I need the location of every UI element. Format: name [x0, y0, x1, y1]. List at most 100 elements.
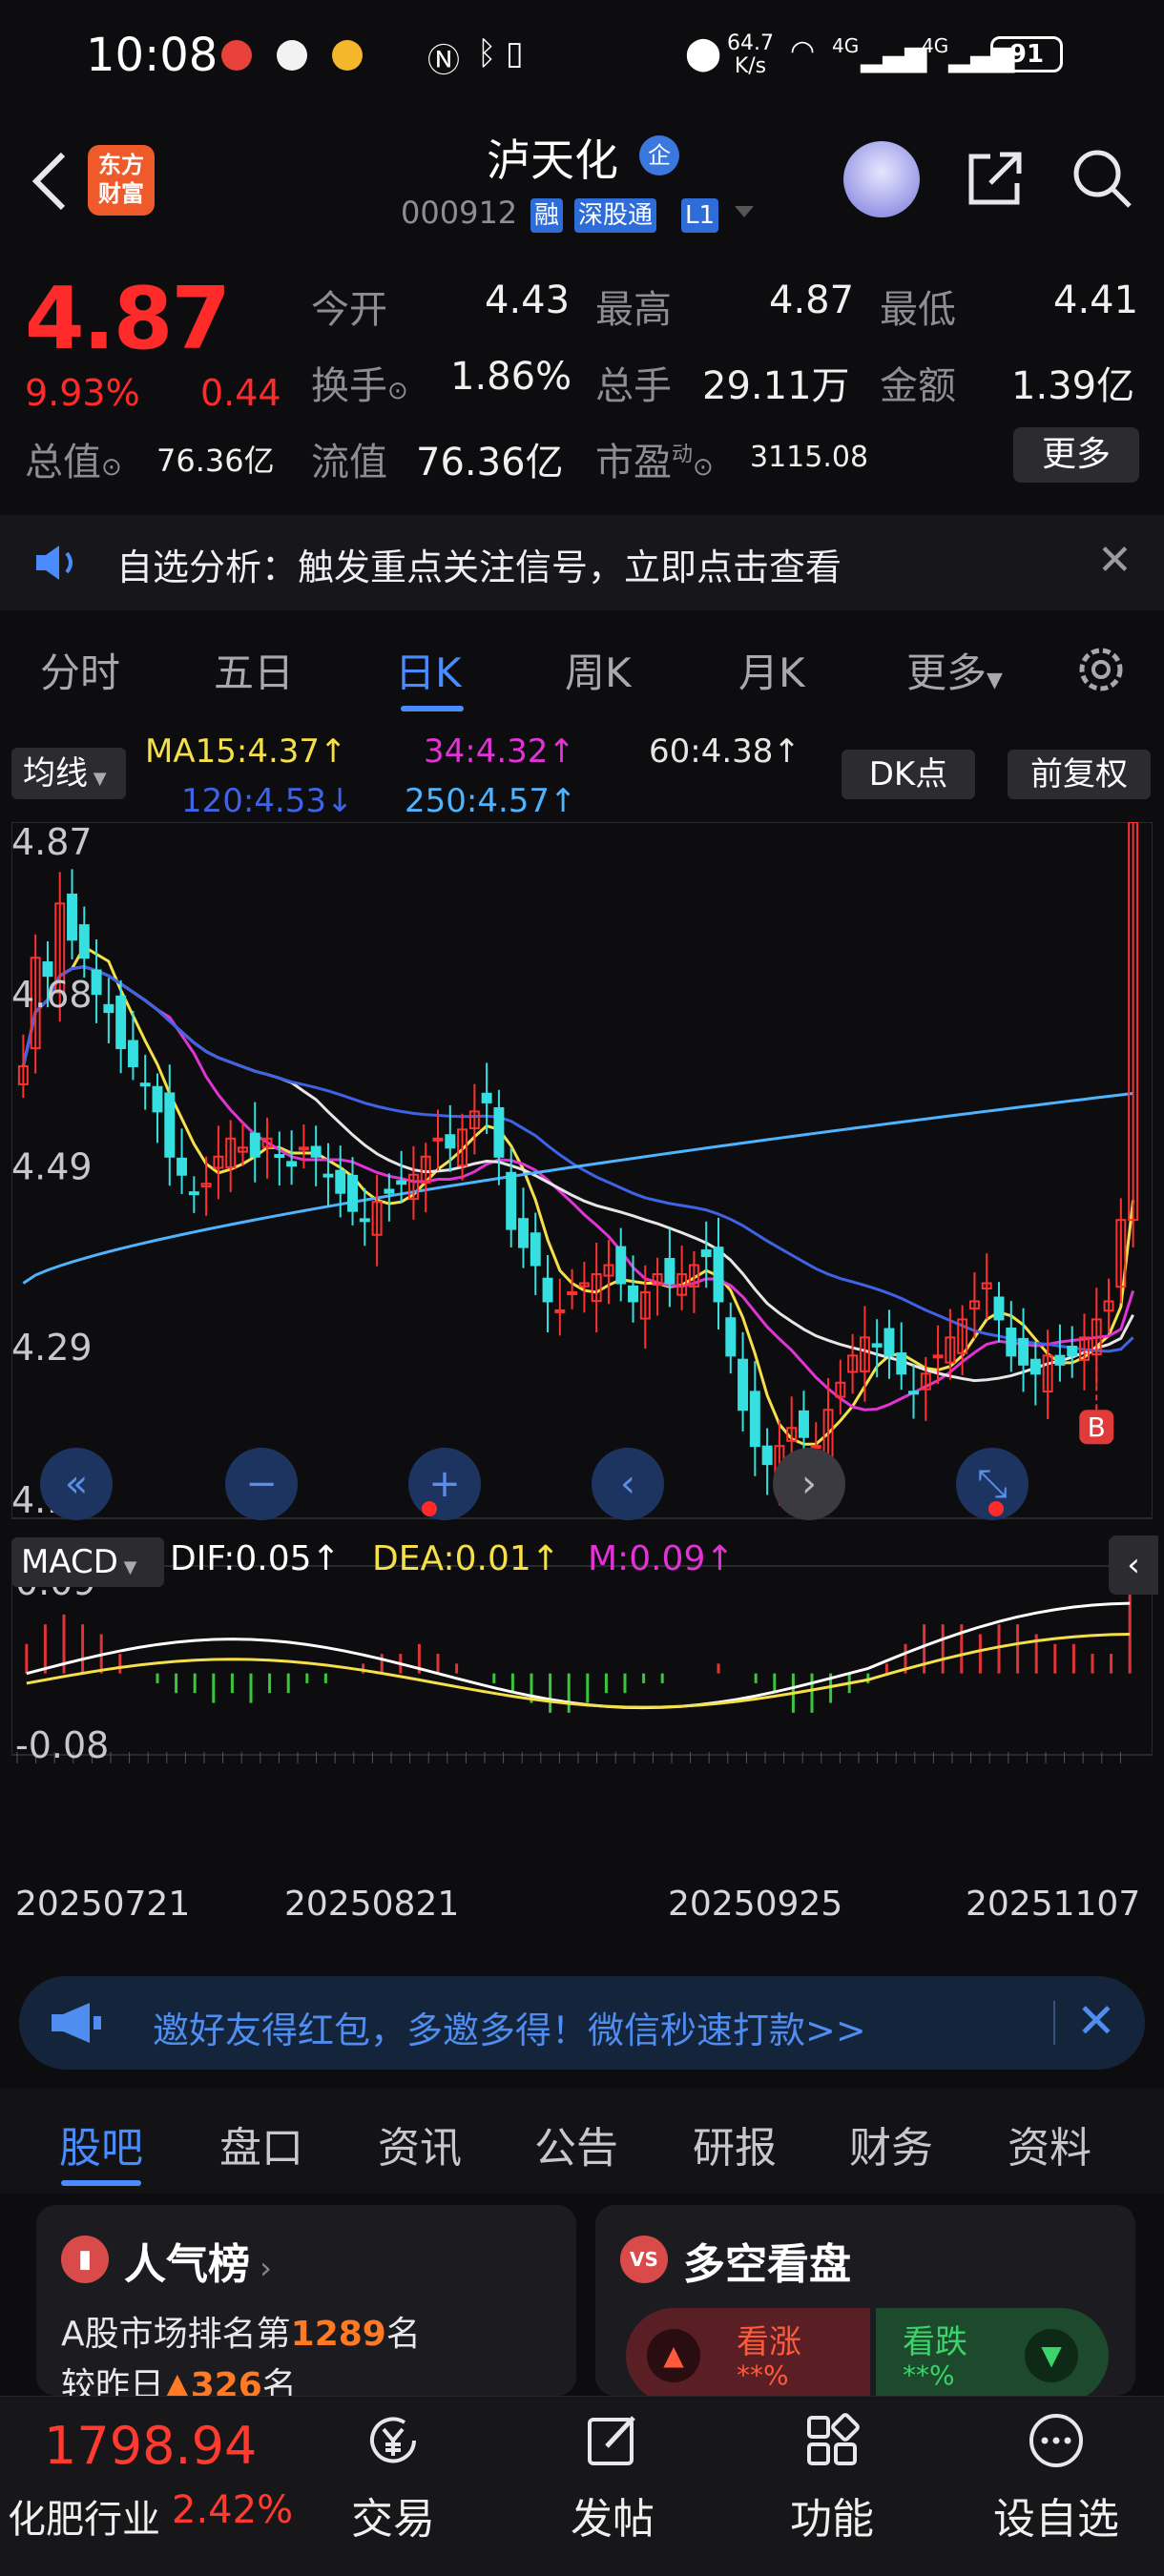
collapse-panel-button[interactable]: ‹	[1109, 1535, 1158, 1595]
tab-research[interactable]: 研报	[693, 2113, 777, 2174]
close-icon[interactable]: ✕	[1097, 536, 1133, 585]
open-value: 4.43	[485, 278, 571, 322]
edit-icon	[588, 2416, 635, 2465]
zoom-out-far-button[interactable]: «	[40, 1448, 113, 1520]
location-icon: ⬤	[685, 34, 722, 72]
gear-icon[interactable]	[1072, 641, 1130, 698]
price-axis-label: 4.29	[11, 1327, 93, 1369]
nav-post[interactable]: 发帖	[536, 2410, 689, 2545]
nav-trade[interactable]: 交易	[317, 2410, 469, 2545]
low-value: 4.41	[1053, 278, 1139, 322]
candle-body	[664, 1258, 676, 1285]
vote-up-button[interactable]: ▲ 看涨 **%	[626, 2308, 870, 2396]
candle-body	[713, 1247, 724, 1303]
yen-cycle-icon	[370, 2417, 416, 2463]
stock-code: 000912	[401, 195, 518, 231]
nav-functions[interactable]: 功能	[756, 2410, 908, 2545]
candle-body	[188, 1191, 199, 1196]
invite-text: 邀好友得红包，多邀多得！微信秒速打款>>	[153, 2009, 866, 2051]
candle-body	[749, 1391, 760, 1448]
tab-financials[interactable]: 财务	[849, 2113, 933, 2174]
tags-dropdown-icon[interactable]	[735, 206, 754, 217]
megaphone-icon	[52, 2003, 101, 2043]
tab-news[interactable]: 资讯	[378, 2113, 462, 2174]
info-circle-icon[interactable]: ⊙	[387, 377, 408, 405]
price-axis-label: 4.87	[11, 822, 93, 863]
candle-body	[518, 1218, 529, 1248]
more-quote-button[interactable]: 更多	[1013, 427, 1139, 483]
candle-body	[506, 1171, 517, 1230]
tag-level: L1	[681, 198, 719, 233]
rank-suffix: 名	[385, 2315, 421, 2354]
kline-chart[interactable]: 4.874.684.494.294.10 0.09-0.08 B	[11, 822, 1153, 1955]
ma-selector[interactable]: 均线 ▼	[11, 748, 126, 799]
popularity-title: 人气榜 ›	[124, 2230, 272, 2291]
close-icon[interactable]: ✕	[1076, 1993, 1116, 2049]
indicator-selector[interactable]: MACD ▼	[11, 1537, 164, 1587]
ma120-value: 120:4.53↓	[181, 782, 354, 820]
zoom-out-button[interactable]: −	[225, 1448, 298, 1520]
dif-value: DIF:0.05↑	[170, 1539, 341, 1578]
rank-line: A股市场排名第1289名	[61, 2306, 421, 2356]
scroll-right-button[interactable]: ›	[773, 1448, 845, 1520]
candle-body	[335, 1169, 346, 1194]
speaker-icon	[36, 546, 73, 580]
active-tab-indicator	[401, 706, 464, 711]
tab-order-book[interactable]: 盘口	[219, 2113, 303, 2174]
info-circle-icon[interactable]: ⊙	[101, 453, 122, 482]
tab-monthly-k[interactable]: 月K	[738, 641, 805, 699]
vote-down-button[interactable]: 看跌 **% ▼	[876, 2308, 1109, 2396]
candle-body	[932, 1354, 944, 1359]
bar-chart-icon: ▮	[61, 2236, 109, 2283]
industry-change: 2.42%	[172, 2488, 294, 2532]
tab-announcements[interactable]: 公告	[534, 2113, 618, 2174]
mcap-value: 76.36亿	[156, 443, 275, 479]
enterprise-badge: 企	[639, 135, 679, 175]
candle-body	[1006, 1328, 1017, 1357]
share-icon[interactable]	[962, 145, 1029, 212]
info-circle-icon[interactable]: ⊙	[693, 453, 714, 482]
marker-label: B	[1088, 1412, 1106, 1443]
tab-more[interactable]: 更多▼	[906, 641, 1003, 699]
tab-intraday[interactable]: 分时	[40, 641, 120, 699]
notice-bar[interactable]: 自选分析：触发重点关注信号，立即点击查看 ✕	[0, 515, 1164, 610]
stock-name: 泸天化	[487, 134, 618, 186]
popularity-card[interactable]: ▮ 人气榜 › A股市场排名第1289名 较昨日▲326名	[36, 2205, 576, 2396]
tab-weekly-k[interactable]: 周K	[565, 641, 632, 699]
ma250-line	[22, 1091, 1133, 1285]
candle-body	[78, 924, 90, 959]
candle-body	[384, 1188, 395, 1194]
candle-body	[322, 1173, 334, 1178]
volume-value: 29.11万	[702, 364, 850, 408]
candle-body	[274, 1154, 285, 1159]
status-time: 10:08	[86, 29, 218, 82]
invite-banner[interactable]: 邀好友得红包，多邀多得！微信秒速打款>> ✕	[19, 1976, 1145, 2070]
tag-shenzhen-connect: 深股通	[574, 198, 657, 233]
logo-text-2: 财富	[98, 180, 144, 207]
long-short-card[interactable]: VS 多空看盘 ▲ 看涨 **% 看跌 **% ▼	[595, 2205, 1135, 2396]
scroll-left-button[interactable]: ‹	[592, 1448, 664, 1520]
candle-body	[481, 1092, 492, 1103]
nfc-icon: Ⓝ	[427, 42, 460, 80]
assistant-robot-icon[interactable]	[843, 141, 920, 217]
turnover-label: 换手⊙	[311, 355, 408, 410]
low-label: 最低	[880, 288, 956, 332]
industry-index[interactable]: 1798.94 化肥行业 2.42%	[0, 2397, 305, 2576]
candle-body	[871, 1343, 883, 1348]
price-axis-label: 4.68	[11, 974, 93, 1016]
candle-body	[396, 1180, 407, 1185]
search-icon[interactable]	[1069, 145, 1135, 212]
nav-add-watchlist[interactable]: 设自选	[975, 2410, 1137, 2545]
tab-five-day[interactable]: 五日	[214, 641, 294, 699]
dk-point-button[interactable]: DK点	[842, 750, 975, 799]
ma-selector-label: 均线	[23, 754, 88, 793]
adjustment-button[interactable]: 前复权	[1008, 750, 1151, 799]
zoom-in-button[interactable]: +	[408, 1448, 481, 1520]
tab-profile[interactable]: 资料	[1008, 2113, 1091, 2174]
wifi-icon: ◠	[790, 34, 816, 68]
tab-forum[interactable]: 股吧	[59, 2113, 143, 2174]
tab-daily-k[interactable]: 日K	[395, 641, 462, 699]
candle-body	[615, 1246, 627, 1285]
back-arrow-icon[interactable]	[27, 143, 74, 219]
rank-change-value: ▲326	[164, 2366, 262, 2396]
